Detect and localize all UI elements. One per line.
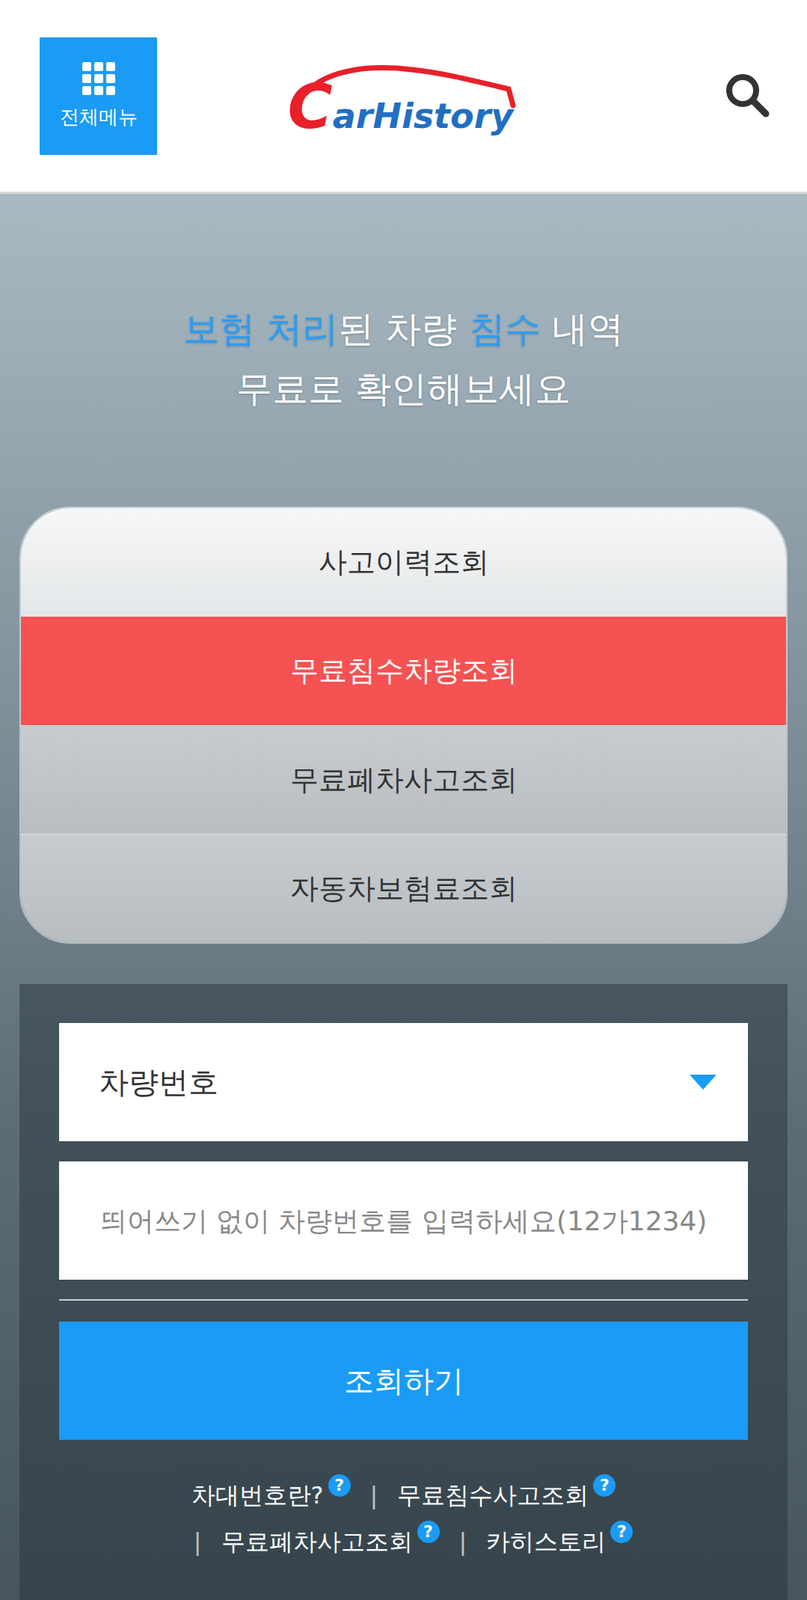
header: 전체메뉴 CarHistory — [0, 0, 807, 194]
separator: | — [193, 1522, 202, 1559]
search-button[interactable] — [717, 65, 778, 128]
help-badge[interactable]: ? — [328, 1473, 351, 1496]
hero-subtitle: 무료로 확인해보세요 — [236, 358, 571, 419]
hero-title: 보험 처리된 차량 침수 내역 — [183, 298, 624, 359]
page: 전체메뉴 CarHistory 보험 처리된 차량 침수 내역무료로 확인해보세요사… — [0, 0, 807, 1600]
help-link[interactable]: 카히스토리 — [486, 1522, 606, 1559]
hero: 보험 처리된 차량 침수 내역무료로 확인해보세요 — [0, 298, 807, 419]
tab-list: 사고이력조회무료침수차량조회무료폐차사고조회자동차보험료조회 — [19, 506, 788, 944]
tab[interactable]: 사고이력조회 — [20, 507, 787, 617]
plate-input[interactable] — [59, 1160, 748, 1279]
divider — [59, 1298, 748, 1300]
help-link-group: | 카히스토리? — [439, 1522, 634, 1559]
search-panel: 차량번호조회하기차대번호란?? | 무료침수사고조회? | 무료폐차사고조회? | 카히스토… — [19, 983, 788, 1600]
search-icon — [723, 71, 772, 119]
help-link[interactable]: 차대번호란? — [191, 1476, 324, 1513]
help-link-group: | 무료침수사고조회? — [350, 1476, 617, 1513]
menu-button[interactable]: 전체메뉴 — [39, 37, 158, 155]
help-link[interactable]: 무료침수사고조회 — [397, 1476, 589, 1513]
help-link[interactable]: 무료폐차사고조회 — [221, 1522, 413, 1559]
help-link-group: 차대번호란?? — [191, 1476, 351, 1513]
search-type-select[interactable]: 차량번호 — [59, 1022, 748, 1141]
help-badge[interactable]: ? — [417, 1519, 440, 1543]
select-value: 차량번호 — [98, 1061, 219, 1103]
separator: | — [370, 1476, 379, 1513]
logo-text: CarHistory — [287, 71, 514, 143]
grid-icon — [82, 62, 116, 95]
help-badge[interactable]: ? — [610, 1519, 633, 1543]
tab[interactable]: 자동차보험료조회 — [20, 833, 787, 942]
dropdown-arrow-icon — [689, 1074, 717, 1089]
menu-label: 전체메뉴 — [59, 103, 138, 131]
search-button[interactable]: 조회하기 — [59, 1320, 748, 1439]
help-links: 차대번호란?? | 무료침수사고조회? | 무료폐차사고조회? | 카히스토리? — [149, 1476, 659, 1559]
tab[interactable]: 무료침수차량조회 — [20, 616, 787, 725]
separator: | — [459, 1522, 468, 1559]
help-badge[interactable]: ? — [593, 1473, 616, 1496]
help-link-group: | 무료폐차사고조회? — [174, 1522, 440, 1559]
logo[interactable]: CarHistory — [280, 54, 528, 137]
tab[interactable]: 무료폐차사고조회 — [20, 724, 787, 834]
